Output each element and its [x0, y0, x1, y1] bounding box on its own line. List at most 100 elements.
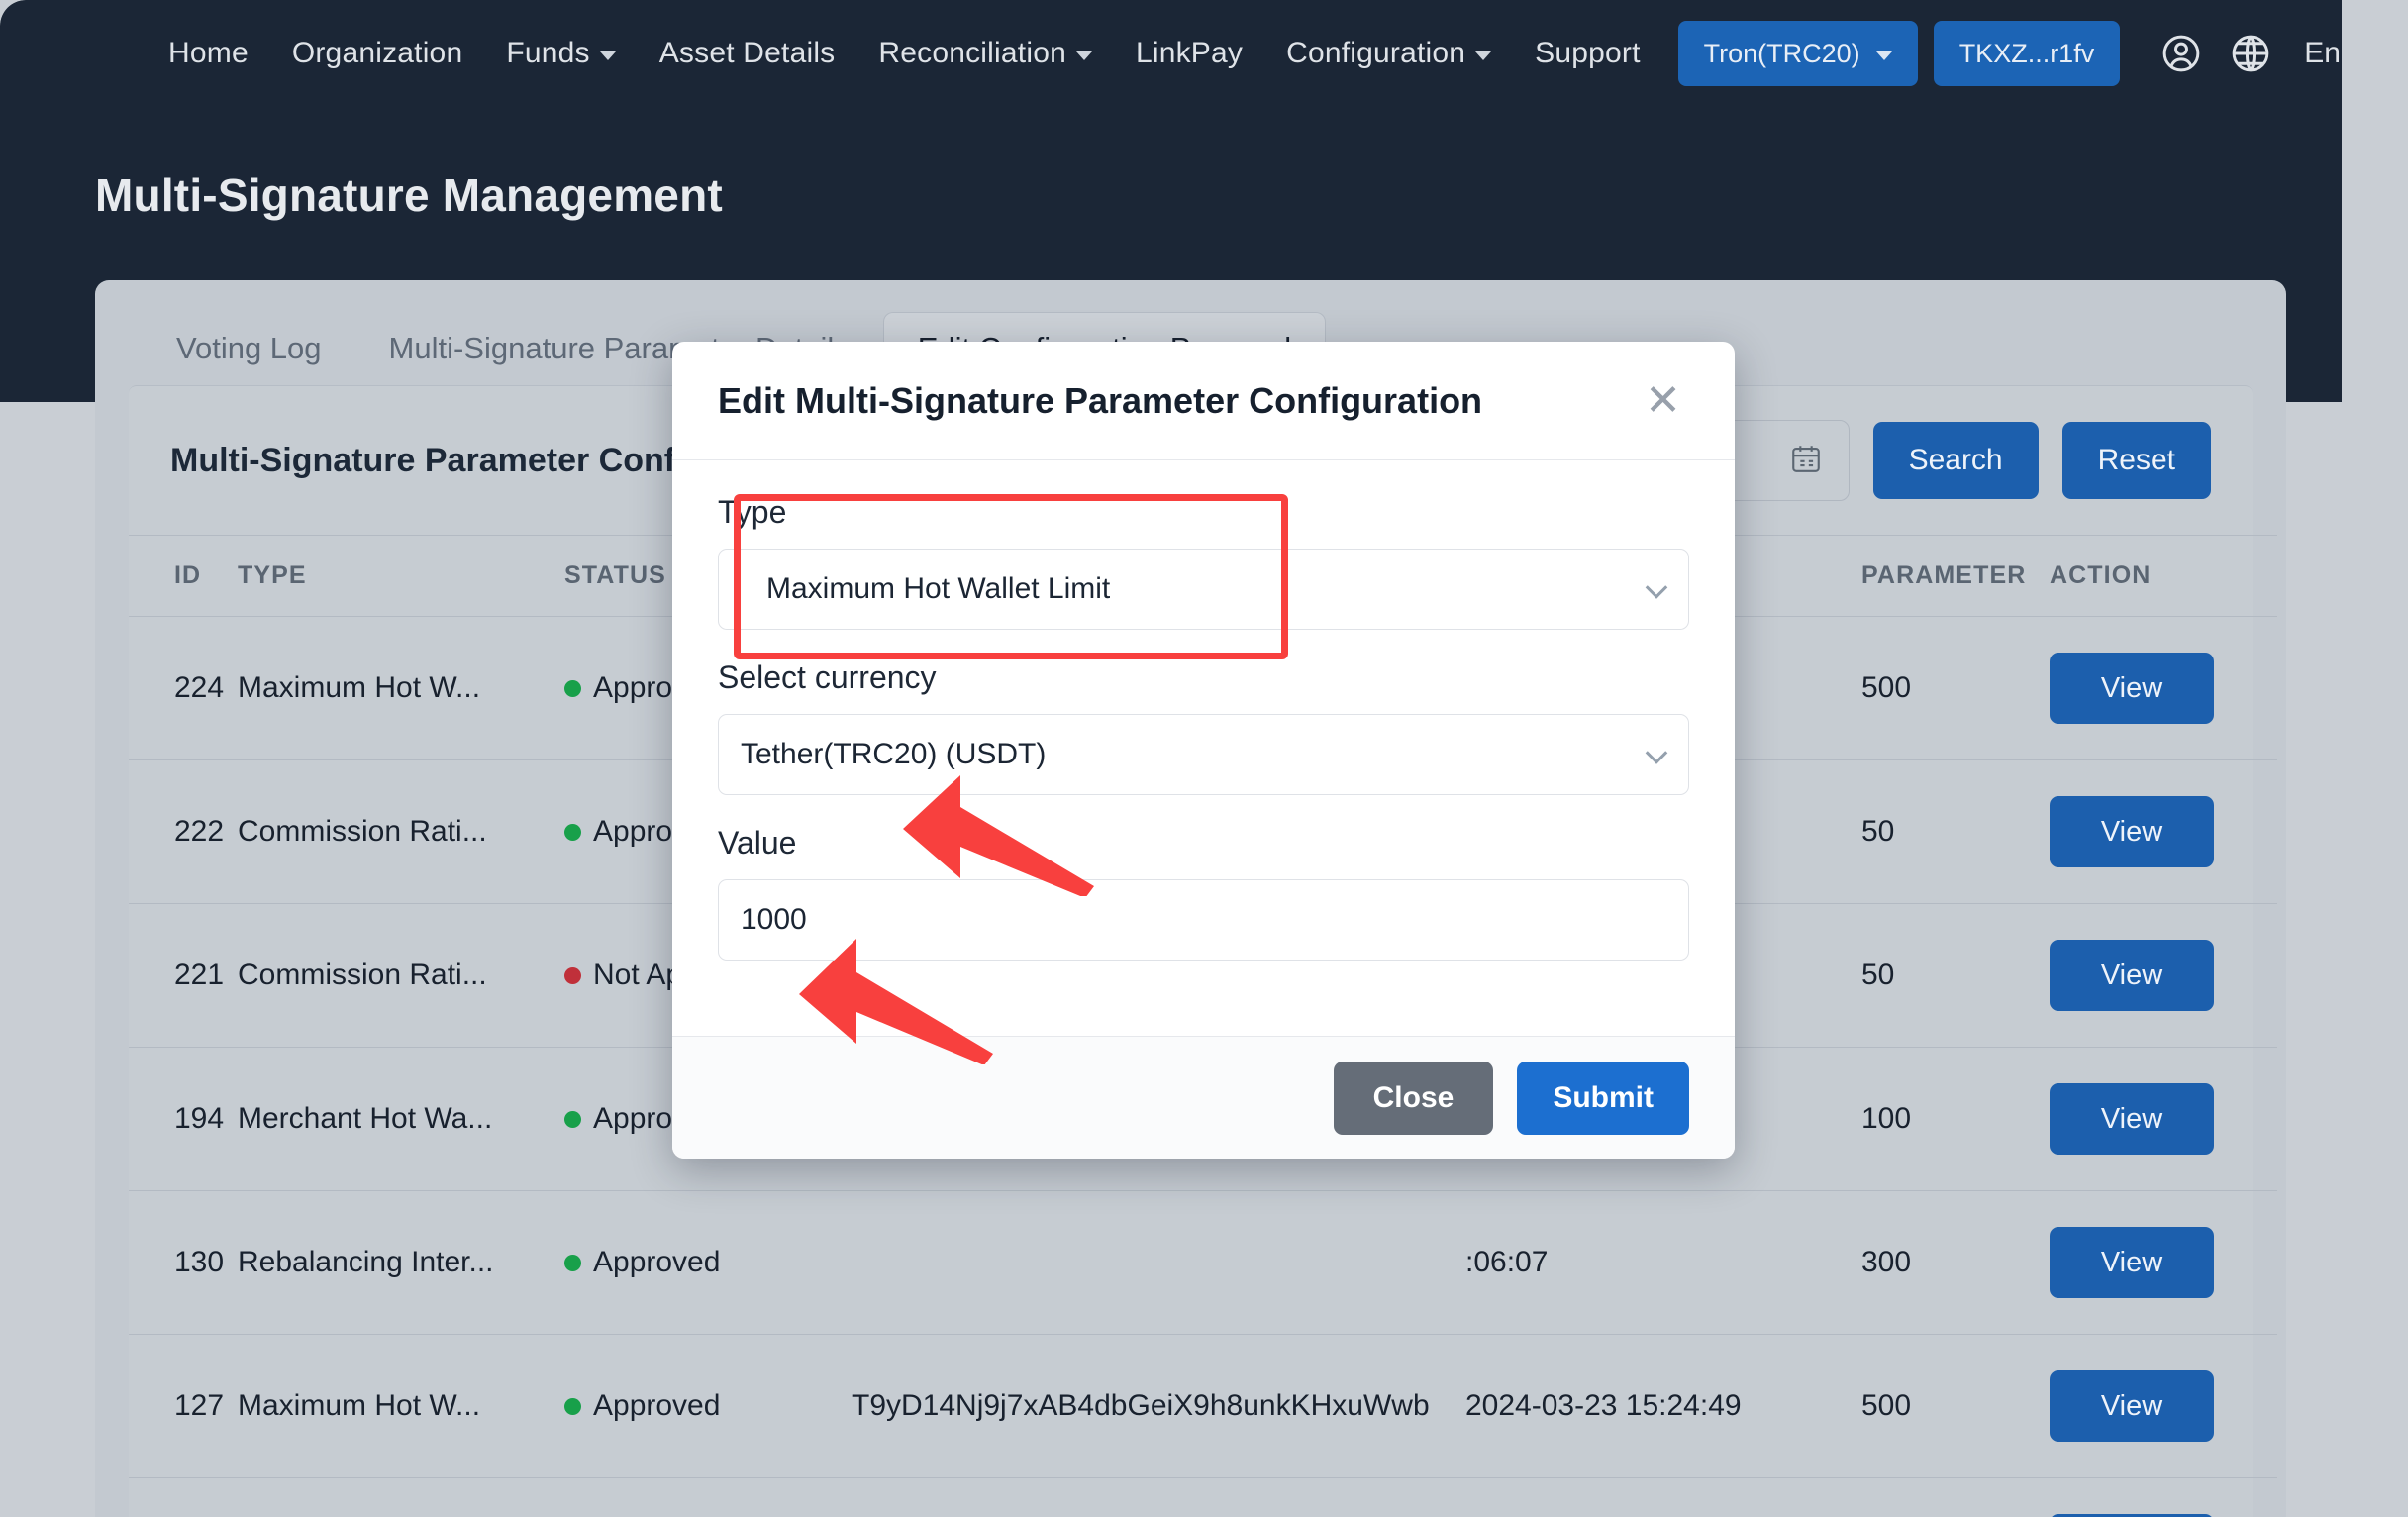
table-cell-type-text: Maximum Hot W... [238, 1389, 481, 1422]
page-scrollbar-thumb[interactable] [2353, 6, 2398, 1511]
column-header-action: ACTION [2050, 535, 2277, 617]
table-cell-time: 2024-03-23 15:21:08 [1465, 1477, 1861, 1517]
modal-body: Type Maximum Hot Wallet Limit Select cur… [672, 460, 1735, 1036]
search-button[interactable]: Search [1872, 422, 2039, 499]
table-cell-type: Commission Rati... [238, 759, 564, 904]
type-field-group: Type Maximum Hot Wallet Limit [718, 494, 1689, 659]
type-select[interactable]: Maximum Hot Wallet Limit [718, 549, 1689, 630]
table-cell-id: 127 [129, 1334, 238, 1478]
tab-voting-log[interactable]: Voting Log [143, 312, 355, 385]
reset-button[interactable]: Reset [2061, 422, 2211, 499]
table-cell-action: View [2050, 1190, 2277, 1335]
table-cell-id: 221 [129, 903, 238, 1048]
nav-label: Support [1535, 37, 1641, 69]
view-button[interactable]: View [2050, 1083, 2214, 1155]
table-cell-id: 126 [129, 1477, 238, 1517]
page-title: Multi-Signature Management [95, 169, 723, 221]
table-cell-status: Approved [564, 1477, 852, 1517]
nav-item-linkpay[interactable]: LinkPay [1114, 0, 1264, 107]
nav-label: Reconciliation [878, 37, 1066, 69]
table-cell-type-text: Commission Rati... [238, 815, 487, 848]
nav-item-support[interactable]: Support [1513, 0, 1661, 107]
status-dot-icon [564, 1110, 581, 1128]
table-row: 126Maximum Hot W...ApprovedTXLAQ63Xg1NAz… [129, 1477, 2277, 1517]
nav-label: Configuration [1286, 37, 1466, 69]
table-cell-address: T9yD14Nj9j7xAB4dbGeiX9h8unkKHxuWwb [852, 1334, 1465, 1478]
value-input[interactable]: 1000 [718, 879, 1689, 961]
nav-label: Asset Details [658, 37, 836, 69]
chevron-down-icon [599, 51, 616, 60]
type-label: Type [718, 494, 787, 530]
wallet-address-button[interactable]: TKXZ...r1fv [1933, 21, 2121, 86]
table-cell-action: View [2050, 616, 2277, 760]
modal-header: Edit Multi-Signature Parameter Configura… [672, 342, 1735, 460]
table-cell-type: Merchant Hot Wa... [238, 1047, 564, 1191]
nav-item-reconciliation[interactable]: Reconciliation [856, 0, 1114, 107]
nav-item-organization[interactable]: Organization [270, 0, 485, 107]
status-text: Approved [593, 1389, 721, 1422]
table-cell-parameter: 500 [1861, 1334, 2050, 1478]
close-icon[interactable]: ✕ [1637, 375, 1689, 427]
column-header-parameter: PARAMETER [1861, 535, 2050, 617]
view-button[interactable]: View [2050, 653, 2214, 724]
nav-label: Funds [506, 37, 590, 69]
view-button[interactable]: View [2050, 1227, 2214, 1298]
table-cell-type: Rebalancing Inter... [238, 1190, 564, 1335]
table-cell-status: Approved [564, 1190, 852, 1335]
status-dot-icon [564, 679, 581, 697]
nav-label: Home [168, 37, 249, 69]
table-cell-id: 194 [129, 1047, 238, 1191]
table-cell-id: 130 [129, 1190, 238, 1335]
top-navigation-bar: Home Organization Funds Asset Details Re… [0, 0, 2342, 107]
network-label: Tron(TRC20) [1703, 38, 1860, 68]
column-header-id: ID [129, 535, 238, 617]
language-label[interactable]: Eng [2304, 37, 2342, 70]
table-cell-type-text: Commission Rati... [238, 959, 487, 991]
wallet-label: TKXZ...r1fv [1958, 38, 2095, 68]
table-cell-parameter: 50 [1861, 903, 2050, 1048]
user-circle-icon[interactable] [2159, 32, 2203, 75]
type-select-value: Maximum Hot Wallet Limit [766, 572, 1111, 605]
currency-select[interactable]: Tether(TRC20) (USDT) [718, 714, 1689, 795]
value-input-text: 1000 [741, 903, 807, 936]
nav-label: Organization [291, 37, 463, 69]
modal-footer: Close Submit [672, 1036, 1735, 1159]
table-cell-type-text: Merchant Hot Wa... [238, 1102, 493, 1135]
table-cell-time: :06:07 [1465, 1190, 1861, 1335]
status-dot-icon [564, 1254, 581, 1271]
nav-icon-group: Eng [2159, 32, 2342, 75]
table-row: 127 Maximum Hot W... Approved T9yD14Nj9j7xA… [129, 1334, 2277, 1478]
page-scrollbar-track[interactable] [2342, 0, 2408, 1517]
edit-configuration-modal: Edit Multi-Signature Parameter Configura… [672, 342, 1735, 1159]
table-cell-action: View [2050, 1334, 2277, 1478]
currency-field-group: Select currency Tether(TRC20) (USDT) [718, 659, 1689, 795]
value-label: Value [718, 825, 797, 860]
nav-item-configuration[interactable]: Configuration [1264, 0, 1513, 107]
globe-icon[interactable] [2229, 32, 2272, 75]
nav-item-funds[interactable]: Funds [484, 0, 637, 107]
table-cell-parameter: 500 [1861, 616, 2050, 760]
close-button[interactable]: Close [1333, 1061, 1494, 1135]
modal-title: Edit Multi-Signature Parameter Configura… [718, 379, 1483, 421]
status-text: Approved [593, 1246, 721, 1278]
view-button[interactable]: View [2050, 940, 2214, 1011]
currency-label: Select currency [718, 659, 937, 695]
column-header-type: TYPE [238, 535, 564, 617]
table-cell-action: View [2050, 1047, 2277, 1191]
nav-item-asset-details[interactable]: Asset Details [638, 0, 857, 107]
table-cell-id: 224 [129, 616, 238, 760]
nav-item-home[interactable]: Home [147, 0, 270, 107]
view-button[interactable]: View [2050, 796, 2214, 867]
status-dot-icon [564, 966, 581, 984]
submit-button[interactable]: Submit [1517, 1061, 1689, 1135]
nav-label: LinkPay [1135, 37, 1244, 69]
calendar-icon [1789, 442, 1823, 480]
table-cell-type-text: Maximum Hot W... [238, 671, 481, 704]
table-cell-id: 222 [129, 759, 238, 904]
status-dot-icon [564, 1397, 581, 1415]
currency-select-value: Tether(TRC20) (USDT) [741, 738, 1047, 770]
network-selector-button[interactable]: Tron(TRC20) [1677, 21, 1918, 86]
status-dot-icon [564, 823, 581, 841]
table-cell-action: View [2050, 903, 2277, 1048]
view-button[interactable]: View [2050, 1370, 2214, 1442]
